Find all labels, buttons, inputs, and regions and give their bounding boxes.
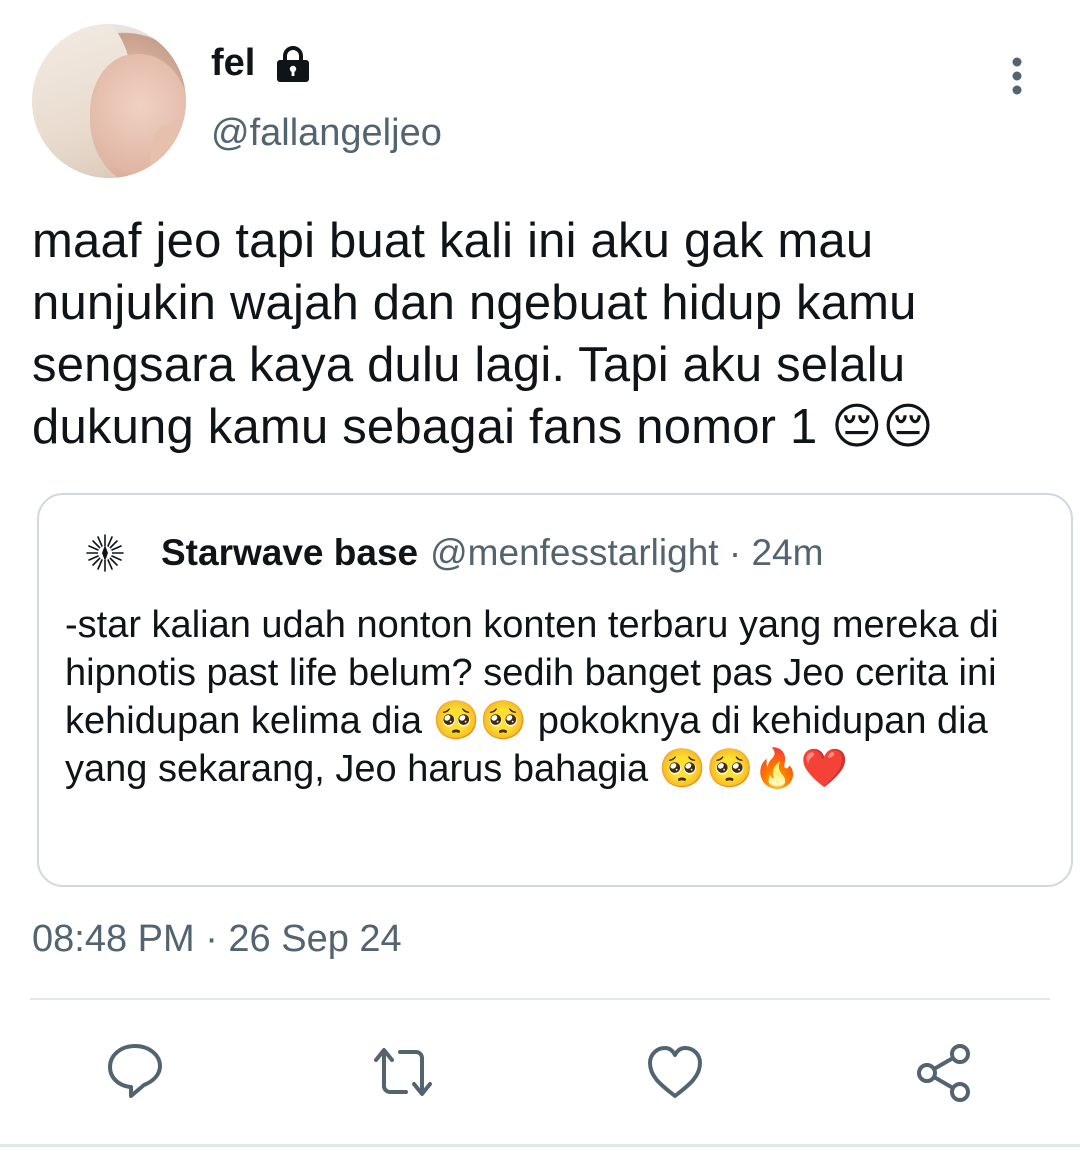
author-display-name[interactable]: fel xyxy=(211,42,255,85)
bottom-divider xyxy=(0,1144,1080,1147)
retweet-icon[interactable] xyxy=(372,1042,434,1104)
share-icon[interactable] xyxy=(914,1042,976,1104)
more-vertical-icon[interactable] xyxy=(1004,54,1030,98)
author-avatar[interactable] xyxy=(32,24,186,178)
tweet-text: maaf jeo tapi buat kali ini aku gak mau … xyxy=(32,214,934,454)
quoted-tweet-card[interactable]: Starwave base @menfesstarlight · 24m -st… xyxy=(37,493,1073,887)
author-handle[interactable]: @fallangeljeo xyxy=(211,112,442,155)
sparkle-avatar-icon xyxy=(86,534,124,572)
quoted-tweet-header: Starwave base @menfesstarlight · 24m xyxy=(83,531,823,575)
action-bar xyxy=(0,1040,1080,1110)
divider xyxy=(30,998,1050,1000)
heart-icon[interactable] xyxy=(644,1042,706,1104)
quoted-tweet-text: -star kalian udah nonton konten terbaru … xyxy=(65,604,999,790)
avatar-hand xyxy=(150,124,186,178)
quoted-handle-time: @menfesstarlight · 24m xyxy=(430,532,824,573)
quoted-display-name[interactable]: Starwave base xyxy=(161,532,418,574)
tweet-timestamp[interactable]: 08:48 PM · 26 Sep 24 xyxy=(32,918,402,961)
lock-icon xyxy=(277,45,310,82)
reply-icon[interactable] xyxy=(104,1040,166,1102)
author-name-row: fel xyxy=(211,42,313,85)
